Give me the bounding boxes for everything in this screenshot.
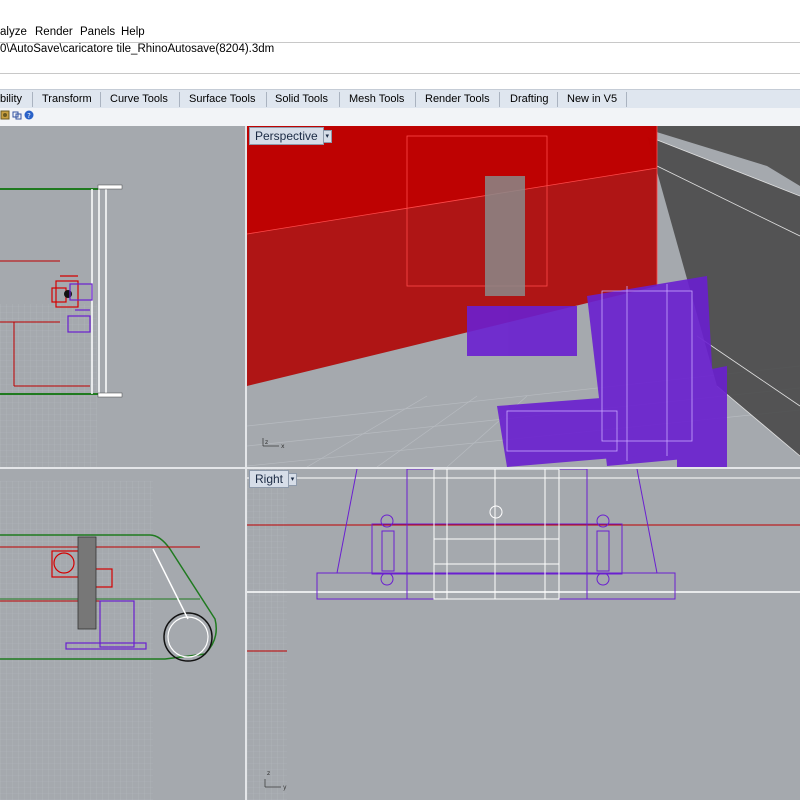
svg-text:?: ?	[27, 112, 31, 120]
tab-surface-tools[interactable]: Surface Tools	[189, 93, 255, 105]
snap-icon[interactable]	[12, 110, 22, 120]
help-icon[interactable]: ?	[24, 110, 34, 120]
perspective-viewport-label[interactable]: Perspective ▾	[249, 127, 332, 145]
menu-item-panels[interactable]: Panels	[80, 26, 115, 38]
right-viewport-label[interactable]: Right ▾	[249, 470, 298, 488]
viewport-divider-horizontal[interactable]	[0, 467, 800, 469]
menu-item-analyze[interactable]: alyze	[0, 26, 27, 38]
menu-item-help[interactable]: Help	[121, 26, 145, 38]
tab-new-in-v5[interactable]: New in V5	[567, 93, 617, 105]
settings-icon[interactable]	[0, 110, 10, 120]
tab-visibility[interactable]: bility	[0, 93, 22, 105]
viewport-top[interactable]	[0, 126, 245, 467]
viewport-right[interactable]: z y Right ▾	[247, 469, 800, 800]
viewport-divider-vertical[interactable]	[245, 126, 247, 800]
viewport-menu-arrow-icon[interactable]: ▾	[288, 473, 298, 486]
tab-render-tools[interactable]: Render Tools	[425, 93, 490, 105]
axis-z-label: z	[265, 439, 268, 446]
tab-mesh-tools[interactable]: Mesh Tools	[349, 93, 404, 105]
viewport-menu-arrow-icon[interactable]: ▾	[322, 130, 332, 143]
tab-curve-tools[interactable]: Curve Tools	[110, 93, 168, 105]
autosave-path: 0\AutoSave\caricatore tile_RhinoAutosave…	[0, 43, 275, 55]
axis-x-label: x	[281, 443, 285, 450]
viewport-front[interactable]	[0, 469, 245, 800]
menu-item-render[interactable]: Render	[35, 26, 73, 38]
viewport-perspective[interactable]: z x Perspective ▾	[247, 126, 800, 467]
axis-y-label: z	[267, 770, 270, 777]
menu-bar: alyze Render Panels Help	[0, 24, 800, 42]
toolbar-tabs: bility Transform Curve Tools Surface Too…	[0, 89, 800, 110]
toolbar-icons: ?	[0, 108, 800, 127]
tab-solid-tools[interactable]: Solid Tools	[275, 93, 328, 105]
tab-drafting[interactable]: Drafting	[510, 93, 549, 105]
command-area[interactable]: 0\AutoSave\caricatore tile_RhinoAutosave…	[0, 42, 800, 74]
tab-transform[interactable]: Transform	[42, 93, 92, 105]
axis-y2-label: y	[283, 784, 287, 791]
